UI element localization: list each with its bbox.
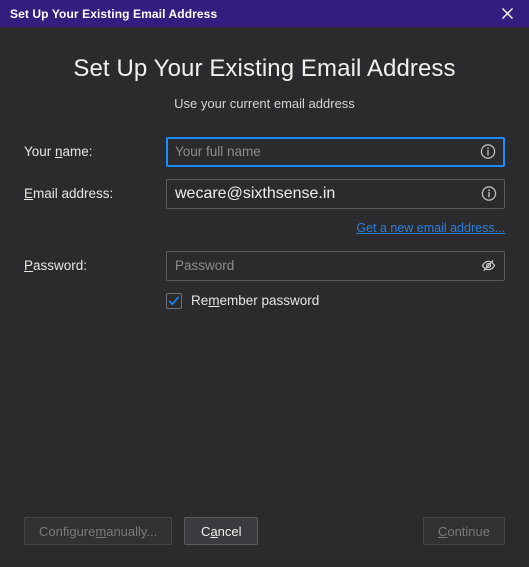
remember-password-label: Remember password — [191, 293, 320, 309]
password-input[interactable] — [175, 251, 472, 280]
cancel-button[interactable]: Ca ncel — [184, 517, 259, 545]
continue-button[interactable]: Continue — [422, 517, 505, 545]
configure-manually-button[interactable]: Configure m anually... — [24, 517, 173, 545]
name-input[interactable] — [175, 138, 472, 165]
close-button[interactable] — [485, 0, 529, 27]
name-row: Your name: — [24, 136, 505, 167]
titlebar: Set Up Your Existing Email Address — [0, 0, 529, 27]
info-icon[interactable] — [479, 143, 496, 160]
header: Set Up Your Existing Email Address Use y… — [0, 27, 529, 111]
email-label: Email address: — [24, 186, 114, 202]
page-subtitle: Use your current email address — [174, 95, 355, 111]
email-row: Email address: — [24, 178, 505, 209]
email-field[interactable] — [166, 178, 505, 209]
account-form: Your name: Email address: — [0, 136, 529, 309]
page-title: Set Up Your Existing Email Address — [73, 55, 456, 82]
remember-password-checkbox[interactable] — [166, 292, 182, 309]
name-label: Your name: — [24, 144, 93, 160]
remember-password-row: Remember password — [24, 292, 505, 309]
password-row: Password: — [24, 250, 505, 281]
password-field[interactable] — [166, 250, 505, 281]
eye-hidden-icon[interactable] — [480, 257, 497, 274]
checkmark-icon — [168, 296, 180, 305]
close-icon — [501, 7, 514, 20]
password-label: Password: — [24, 258, 88, 274]
setup-email-dialog: Set Up Your Existing Email Address Set U… — [0, 0, 529, 567]
info-icon[interactable] — [480, 185, 497, 202]
titlebar-title: Set Up Your Existing Email Address — [10, 6, 218, 21]
footer-actions: Configure m anually... Ca ncel Continue — [0, 517, 529, 567]
email-input[interactable] — [175, 179, 472, 208]
new-email-link-row: Get a new email address... — [24, 221, 505, 235]
remember-password-checkbox-group[interactable]: Remember password — [166, 292, 320, 309]
dialog-content: Set Up Your Existing Email Address Use y… — [0, 27, 529, 567]
get-new-email-address-link[interactable]: Get a new email address... — [356, 221, 505, 235]
name-field[interactable] — [166, 136, 505, 167]
